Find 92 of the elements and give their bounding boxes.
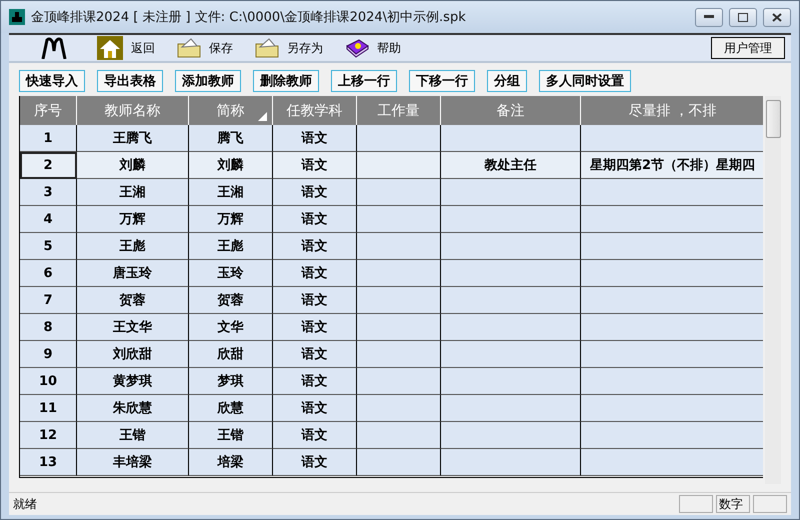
table-cell: 6: [20, 260, 77, 287]
table-cell: 王锴: [77, 422, 189, 449]
status-text: 就绪: [13, 496, 38, 512]
table-cell: 13: [20, 449, 77, 476]
maximize-icon: [738, 12, 748, 22]
column-header[interactable]: 序号: [20, 96, 77, 125]
table-cell: 语文: [273, 233, 357, 260]
table-cell: 王彪: [189, 233, 273, 260]
help-book-icon: [345, 38, 369, 58]
table-cell: 5: [20, 233, 77, 260]
table-cell: 朱欣慧: [77, 395, 189, 422]
action-button[interactable]: 导出表格: [97, 70, 163, 92]
table-cell: 语文: [273, 449, 357, 476]
table-cell: 万辉: [77, 206, 189, 233]
table-cell: 语文: [273, 152, 357, 179]
table-cell: 语文: [273, 206, 357, 233]
table-cell: 刘麟: [189, 152, 273, 179]
close-button[interactable]: [763, 8, 791, 26]
status-panel: 数字: [716, 495, 750, 513]
action-button[interactable]: 多人同时设置: [539, 70, 631, 92]
table-cell: 9: [20, 341, 77, 368]
table-cell: 丰培梁: [77, 449, 189, 476]
column-header[interactable]: 备注: [441, 96, 581, 125]
table-cell: 梦琪: [189, 368, 273, 395]
table-cell: 语文: [273, 422, 357, 449]
minimize-icon: [704, 15, 714, 19]
table-cell: 星期四第2节（不排）星期四: [581, 152, 764, 179]
table-cell: 语文: [273, 260, 357, 287]
status-panel: [753, 495, 787, 513]
status-panel: [679, 495, 713, 513]
table-cell: 文华: [189, 314, 273, 341]
table-cell: 王彪: [77, 233, 189, 260]
table-cell: 12: [20, 422, 77, 449]
app-icon: [9, 9, 25, 25]
action-button[interactable]: 下移一行: [409, 70, 475, 92]
column-header[interactable]: 工作量: [357, 96, 441, 125]
table-cell: 腾飞: [189, 125, 273, 152]
table-cell: 黄梦琪: [77, 368, 189, 395]
table-cell: 3: [20, 179, 77, 206]
table-cell: 4: [20, 206, 77, 233]
action-button[interactable]: 删除教师: [253, 70, 319, 92]
table-cell: 语文: [273, 125, 357, 152]
toolbar-button[interactable]: 另存为: [255, 38, 323, 58]
table-cell: 语文: [273, 368, 357, 395]
column-header[interactable]: 尽量排 ，不排: [581, 96, 764, 125]
house-icon: [97, 36, 123, 60]
folder-icon: [177, 38, 201, 58]
column-header[interactable]: 任教学科: [273, 96, 357, 125]
table-cell: 教处主任: [441, 152, 581, 179]
table-cell: 贺蓉: [189, 287, 273, 314]
table-cell: 8: [20, 314, 77, 341]
column-header[interactable]: 教师名称: [77, 96, 189, 125]
action-button[interactable]: 分组: [487, 70, 527, 92]
table-cell: 语文: [273, 179, 357, 206]
table-cell: 1: [20, 125, 77, 152]
table-cell: 语文: [273, 314, 357, 341]
action-button[interactable]: 上移一行: [331, 70, 397, 92]
folder-icon: [255, 38, 279, 58]
maximize-button[interactable]: [729, 8, 757, 26]
table-cell: 7: [20, 287, 77, 314]
table-cell: 刘欣甜: [77, 341, 189, 368]
table-cell: 语文: [273, 395, 357, 422]
scrollbar[interactable]: [765, 96, 781, 484]
table-cell: 唐玉玲: [77, 260, 189, 287]
table-cell: 玉玲: [189, 260, 273, 287]
column-header[interactable]: 简称: [189, 96, 273, 125]
table-cell: 王锴: [189, 422, 273, 449]
table-cell: 王文华: [77, 314, 189, 341]
logo-icon: [41, 37, 67, 59]
table-cell: 培梁: [189, 449, 273, 476]
close-icon: [772, 12, 782, 22]
toolbar-button[interactable]: 保存: [177, 38, 233, 58]
action-button[interactable]: 添加教师: [175, 70, 241, 92]
table-cell: 万辉: [189, 206, 273, 233]
table-cell: 贺蓉: [77, 287, 189, 314]
table-cell: 欣慧: [189, 395, 273, 422]
user-management-button[interactable]: 用户管理: [711, 37, 785, 59]
toolbar-button[interactable]: 帮助: [345, 38, 401, 58]
table-cell: 王腾飞: [77, 125, 189, 152]
action-button[interactable]: 快速导入: [19, 70, 85, 92]
table-cell: 语文: [273, 287, 357, 314]
table-cell: 王湘: [189, 179, 273, 206]
window-title: 金顶峰排课2024 [ 未注册 ] 文件: C:\0000\金顶峰排课2024\初中示例.spk: [31, 9, 467, 26]
table-cell: 语文: [273, 341, 357, 368]
table-cell: 10: [20, 368, 77, 395]
minimize-button[interactable]: [695, 8, 723, 26]
table-cell: 刘麟: [77, 152, 189, 179]
table-cell: 2: [20, 152, 77, 179]
table-cell: 欣甜: [189, 341, 273, 368]
table-cell: 王湘: [77, 179, 189, 206]
table-cell: 11: [20, 395, 77, 422]
toolbar-button[interactable]: 返回: [97, 36, 155, 60]
